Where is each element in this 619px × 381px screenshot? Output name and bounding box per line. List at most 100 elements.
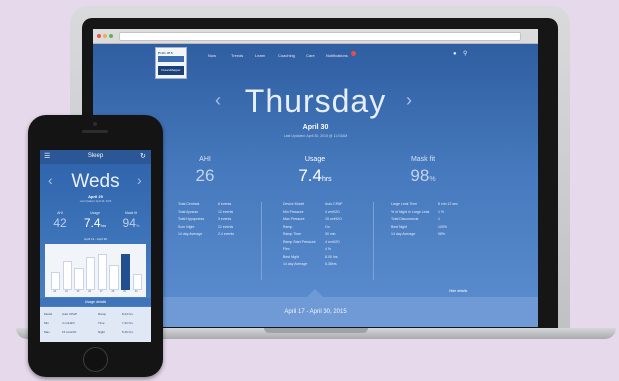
detail-label: Ramp Time <box>283 232 301 236</box>
metric-label-ahi: AHI <box>199 156 211 163</box>
detail-label: Max <box>44 330 50 334</box>
detail-label: Best Night <box>391 224 408 229</box>
browser-chrome <box>93 29 538 44</box>
phone-last-updated: Last Updated: April 29, 2015 <box>79 200 112 203</box>
detail-value: 100% <box>438 224 447 229</box>
phone-metric-label-usage: Usage <box>89 211 101 215</box>
phone-body: ☰ Sleep ↻ ‹ Weds › April 29 Last Updated… <box>28 115 163 377</box>
detail-label: Flex <box>283 247 290 251</box>
bar-label: 30 <box>134 290 138 293</box>
column-divider <box>373 202 374 280</box>
address-bar[interactable] <box>119 32 521 41</box>
detail-label: Total Centrals <box>178 202 200 206</box>
column-divider <box>261 202 262 280</box>
nav-coaching[interactable]: Coaching <box>278 53 295 58</box>
detail-value: 12 events <box>218 209 234 214</box>
usage-bar[interactable] <box>109 264 119 290</box>
detail-label: Total Apneas <box>178 209 199 214</box>
metric-label-usage: Usage <box>304 156 326 163</box>
detail-value: Auto CPAP <box>325 202 343 206</box>
detail-value: 1 % <box>438 209 445 214</box>
detail-label: Min <box>44 321 49 325</box>
detail-value: On <box>325 224 330 229</box>
top-nav: PHILIPS DreamMapper Now Trends Learn Coa… <box>93 44 538 79</box>
bar-label: 23 <box>53 290 57 293</box>
detail-value: 98% <box>438 232 446 236</box>
front-camera <box>93 122 97 126</box>
phone-metric-label-maskfit: Mask fit <box>124 211 138 215</box>
phone-metric-value-ahi: 42 <box>53 216 67 230</box>
home-button[interactable] <box>83 347 108 372</box>
laptop-opening-lip <box>264 328 368 333</box>
hide-details-link[interactable]: Hide details <box>449 289 467 293</box>
detail-value: 8 min 12 sec <box>438 202 458 206</box>
usage-bar[interactable] <box>132 273 142 290</box>
detail-value: 4 cmH2O <box>325 209 340 214</box>
detail-label: 14 day Average <box>283 262 308 266</box>
phone-date-range: April 16 - April 30 <box>84 237 107 241</box>
metric-label-maskfit: Mask fit <box>410 156 436 163</box>
brand-logo[interactable]: PHILIPS DreamMapper <box>155 47 187 79</box>
detail-value: 7.22 hrs <box>122 321 133 325</box>
nav-notifications[interactable]: Notifications <box>326 53 348 58</box>
usage-bar-chart[interactable]: 23 24 25 26 27 28 29 30 <box>45 244 146 297</box>
nav-now[interactable]: Now <box>208 53 216 58</box>
detail-label: Large Leak Time <box>391 202 418 206</box>
bar-label: 29 <box>123 290 126 293</box>
phone-header: ☰ Sleep ↻ <box>40 150 151 164</box>
metric-value-ahi: 26 <box>195 166 215 185</box>
usage-bar[interactable] <box>51 271 61 290</box>
detail-label: Best Night <box>283 254 300 259</box>
nav-trends[interactable]: Trends <box>231 53 243 58</box>
detail-value: 6.38hrs <box>325 262 337 266</box>
day-title: Thursday <box>244 83 387 119</box>
detail-value: 3 events <box>218 217 232 221</box>
bar-label: 26 <box>88 290 92 293</box>
detail-value: 2.4 events <box>218 232 235 236</box>
detail-value: 5.26 hrs <box>122 330 133 334</box>
detail-label: Ramp Start Pressure <box>283 239 316 244</box>
bar-label: 28 <box>111 290 115 293</box>
phone-metric-value-maskfit: 94% <box>122 216 140 230</box>
detail-value: 8.44 hrs <box>122 312 133 316</box>
detail-label: Ramp <box>98 312 107 316</box>
phone-metric-label-ahi: AHI <box>57 211 63 215</box>
detail-label: Sum Night <box>178 224 195 229</box>
detail-label: Max Pressure <box>283 217 305 221</box>
detail-label: Time <box>98 321 105 325</box>
detail-label: 14 day Average <box>178 232 203 236</box>
phone-title: Sleep <box>87 153 104 159</box>
minimize-dot-icon[interactable] <box>103 34 107 38</box>
detail-value: 4 cmH2O <box>325 239 340 244</box>
user-icon[interactable]: ● <box>453 51 457 57</box>
detail-value: 30 min <box>325 232 336 236</box>
phone-day-title: Weds <box>71 171 120 192</box>
nav-care[interactable]: Care <box>306 53 315 58</box>
next-day-icon[interactable]: › <box>137 172 142 188</box>
usage-bar[interactable] <box>86 257 96 290</box>
detail-value: Auto CPAP <box>62 312 77 316</box>
close-dot-icon[interactable] <box>97 34 101 38</box>
maximize-dot-icon[interactable] <box>109 34 113 38</box>
nav-learn[interactable]: Learn <box>255 53 265 58</box>
detail-value: 21 events <box>218 224 234 229</box>
detail-label: Device Model <box>283 202 305 206</box>
usage-bar[interactable] <box>74 268 84 290</box>
bar-label: 25 <box>76 290 80 293</box>
metric-value-usage: 7.4hrs <box>298 166 332 185</box>
detail-value: 15 cmH2O <box>62 330 77 334</box>
usage-bar[interactable] <box>97 253 107 290</box>
usage-bar[interactable] <box>120 253 131 290</box>
refresh-icon[interactable]: ↻ <box>140 153 146 160</box>
notification-badge <box>351 51 356 56</box>
phone-screen: ☰ Sleep ↻ ‹ Weds › April 29 Last Updated… <box>40 150 151 342</box>
detail-label: Night <box>98 330 106 334</box>
next-day-icon[interactable]: › <box>406 90 412 111</box>
search-icon[interactable]: ⚲ <box>463 51 467 57</box>
detail-label: % of Night in Large Leak <box>391 209 430 214</box>
phone-speaker <box>82 130 108 133</box>
detail-value: 4 cmH2O <box>62 321 75 325</box>
usage-bar[interactable] <box>62 261 73 290</box>
detail-label: Min Pressure <box>283 209 304 214</box>
detail-label: Model <box>44 312 53 316</box>
